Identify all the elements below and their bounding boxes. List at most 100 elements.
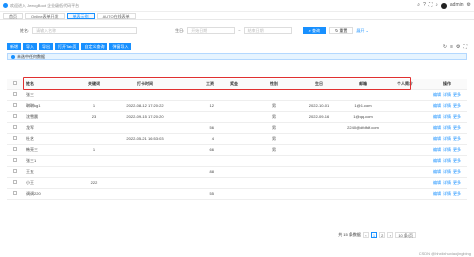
- more-link[interactable]: 更多: [453, 136, 461, 141]
- more-link[interactable]: 更多: [453, 180, 461, 185]
- expand-link[interactable]: 展开 ⌄: [356, 28, 368, 34]
- table-cell: [215, 133, 253, 145]
- row-checkbox[interactable]: [7, 144, 23, 156]
- table-cell: [253, 166, 295, 178]
- edit-link[interactable]: 编辑: [433, 125, 441, 130]
- more-link[interactable]: 更多: [453, 158, 461, 163]
- detail-link[interactable]: 详情: [443, 169, 451, 174]
- table-row[interactable]: 王五 88 编辑 详情 更多: [7, 166, 467, 178]
- detail-link[interactable]: 详情: [443, 136, 451, 141]
- row-checkbox[interactable]: [7, 100, 23, 112]
- row-checkbox[interactable]: [7, 122, 23, 134]
- page-size-select[interactable]: 10 条/页: [395, 232, 416, 238]
- row-actions: 编辑 详情 更多: [427, 122, 467, 134]
- detail-link[interactable]: 详情: [443, 125, 451, 130]
- detail-link[interactable]: 详情: [443, 114, 451, 119]
- density-icon[interactable]: ≡: [450, 44, 453, 50]
- table-cell: [215, 166, 253, 178]
- table-cell: [71, 89, 117, 101]
- table-cell: [117, 122, 173, 134]
- more-link[interactable]: 更多: [453, 191, 461, 196]
- row-checkbox[interactable]: [7, 111, 23, 123]
- more-link[interactable]: 更多: [453, 169, 461, 174]
- column-settings-icon[interactable]: ⚙: [456, 44, 460, 50]
- fullscreen-table-icon[interactable]: ⛶: [463, 44, 467, 50]
- query-button[interactable]: ⌕ 查询: [302, 27, 326, 34]
- edit-link[interactable]: 编辑: [433, 147, 441, 152]
- settings-icon[interactable]: ⚙: [467, 3, 471, 8]
- add-button[interactable]: 新增: [7, 43, 21, 50]
- table-cell: [383, 155, 427, 167]
- date-start-input[interactable]: 开始日期: [187, 27, 236, 34]
- tab-single-table[interactable]: 单表示例: [66, 12, 95, 19]
- prev-page-button[interactable]: ‹: [362, 232, 369, 238]
- row-actions: 编辑 详情 更多: [427, 89, 467, 101]
- import-button[interactable]: 导入: [23, 43, 37, 50]
- detail-link[interactable]: 详情: [443, 191, 451, 196]
- table-row[interactable]: 张三 编辑 详情 更多: [7, 89, 467, 101]
- help-icon[interactable]: ?: [423, 3, 426, 8]
- date-end-input[interactable]: 结束日期: [243, 27, 292, 34]
- row-checkbox[interactable]: [7, 166, 23, 178]
- popup-import-button[interactable]: 弹窗导入: [109, 43, 132, 50]
- search-icon[interactable]: ⌕: [417, 3, 420, 8]
- tab-online-form[interactable]: Online表单开发: [25, 12, 65, 19]
- tab-auto-form[interactable]: AUTO在线表单: [96, 12, 136, 19]
- table-row[interactable]: 沈雪晨 23 2022-09-15 17:20:20 男 2022-09-16 1@qq.…: [7, 111, 467, 123]
- row-actions: 编辑 详情 更多: [427, 100, 467, 112]
- detail-link[interactable]: 详情: [443, 147, 451, 152]
- detail-link[interactable]: 详情: [443, 103, 451, 108]
- row-checkbox[interactable]: [7, 89, 23, 101]
- table-cell: 1: [71, 144, 117, 156]
- table-row[interactable]: 琳琳kg1 1 2022-08-12 17:20:22 12 男 2022-10-01 1@…: [7, 100, 467, 112]
- detail-link[interactable]: 详情: [443, 158, 451, 163]
- edit-link[interactable]: 编辑: [433, 136, 441, 141]
- more-link[interactable]: 更多: [453, 114, 461, 119]
- edit-link[interactable]: 编辑: [433, 103, 441, 108]
- table-row[interactable]: 龙军 56 男 2240@dfdfdf.com 编辑 详情 更多: [7, 122, 467, 134]
- name-label: 姓名:: [20, 27, 30, 33]
- edit-link[interactable]: 编辑: [433, 114, 441, 119]
- edit-link[interactable]: 编辑: [433, 169, 441, 174]
- name-input[interactable]: 请输入名称: [32, 27, 138, 34]
- edit-link[interactable]: 编辑: [433, 92, 441, 97]
- col-header-actions: 操作: [427, 79, 467, 90]
- detail-link[interactable]: 详情: [443, 180, 451, 185]
- more-link[interactable]: 更多: [453, 103, 461, 108]
- edit-link[interactable]: 编辑: [433, 180, 441, 185]
- table-cell: [253, 89, 295, 101]
- edit-link[interactable]: 编辑: [433, 191, 441, 196]
- table-row[interactable]: 韩亮三 1 66 男 编辑 详情 更多: [7, 144, 467, 156]
- table-row[interactable]: 张三1 编辑 详情 更多: [7, 155, 467, 167]
- tab-home[interactable]: 首页: [3, 12, 23, 19]
- select-all-checkbox[interactable]: [7, 79, 23, 90]
- avatar[interactable]: [440, 2, 447, 9]
- more-link[interactable]: 更多: [453, 125, 461, 130]
- page-1-button[interactable]: 1: [370, 232, 378, 238]
- next-page-button[interactable]: ›: [387, 232, 394, 238]
- open-tab-button[interactable]: 打开Tab页: [55, 43, 80, 50]
- row-checkbox[interactable]: [7, 133, 23, 145]
- table-row[interactable]: 杜艺 2022-05-21 16:53:03 4 男 编辑 详情 更多: [7, 133, 467, 145]
- user-name[interactable]: admin: [450, 3, 464, 8]
- fullscreen-icon[interactable]: ⛶: [429, 3, 433, 8]
- reset-button[interactable]: ↻ 重置: [328, 27, 354, 34]
- more-link[interactable]: 更多: [453, 147, 461, 152]
- table-row[interactable]: 调调220 55 编辑 详情 更多: [7, 188, 467, 200]
- detail-link[interactable]: 详情: [443, 92, 451, 97]
- refresh-icon[interactable]: ↻: [443, 44, 447, 50]
- row-checkbox[interactable]: [7, 188, 23, 200]
- table-cell: [343, 144, 383, 156]
- table-row[interactable]: 小王 222 编辑 详情 更多: [7, 177, 467, 189]
- row-checkbox[interactable]: [7, 155, 23, 167]
- edit-link[interactable]: 编辑: [433, 158, 441, 163]
- table-cell: 1@1.com: [343, 100, 383, 112]
- export-button[interactable]: 导出: [39, 43, 53, 50]
- page-2-button[interactable]: 2: [379, 232, 386, 238]
- bell-icon[interactable]: ♪: [435, 3, 438, 8]
- table-cell: [253, 188, 295, 200]
- row-checkbox[interactable]: [7, 177, 23, 189]
- table-cell: 23: [71, 111, 117, 123]
- more-link[interactable]: 更多: [453, 92, 461, 97]
- custom-query-button[interactable]: 自定义查询: [81, 43, 108, 50]
